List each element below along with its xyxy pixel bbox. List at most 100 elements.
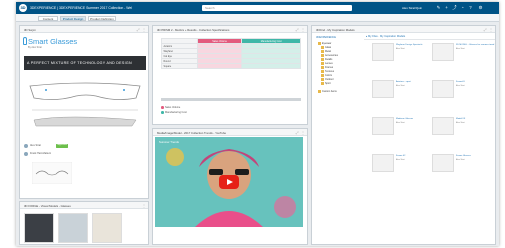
legend-swatch (161, 106, 164, 109)
panel-header: 3D FORGE - Visual Models - Glasses ⋮ (20, 202, 148, 209)
tree-item[interactable]: Textures (321, 70, 334, 73)
model-name[interactable]: Frame Glasses (456, 155, 471, 157)
model-name[interactable]: Model FF (456, 118, 465, 120)
app-title: 3DEXPERIENCE | 3DEXPERIENCE Summer 2017 … (30, 5, 133, 10)
gallery-panel: 3D FORGE - Visual Models - Glasses ⋮ (19, 201, 149, 245)
share-icon[interactable]: ⤴ (452, 5, 457, 10)
tab-content[interactable]: Content (38, 15, 58, 21)
tree-item[interactable]: Frames (321, 66, 333, 69)
model-thumbnail[interactable] (432, 80, 454, 98)
folder-icon (321, 58, 324, 61)
folder-icon (321, 62, 324, 65)
legend-swatch (161, 111, 164, 114)
model-thumbnail[interactable] (432, 43, 454, 61)
folder-icon (321, 78, 324, 81)
tree-item[interactable]: Lenses (321, 62, 333, 65)
menu-icon[interactable]: ⋮ (301, 131, 305, 135)
panel-header: 3DFind - My Inspiration Models ⤢ ⋮ (312, 26, 495, 33)
top-bar: 3D 3DEXPERIENCE | 3DEXPERIENCE Summer 20… (16, 2, 499, 14)
tree-item[interactable]: Outdoor (321, 78, 334, 81)
menu-icon[interactable]: ⋮ (301, 28, 305, 32)
tree-item[interactable]: Sport (321, 82, 331, 85)
folder-icon (321, 74, 324, 77)
add-icon[interactable]: + (444, 5, 449, 10)
row-label: Square (161, 63, 198, 69)
status-badge: Approved (56, 144, 69, 148)
compass-logo-icon[interactable]: 3D (19, 4, 27, 12)
folder-icon (321, 46, 324, 49)
model-thumbnail[interactable] (432, 117, 454, 135)
gallery-thumbnail[interactable] (58, 213, 88, 243)
post-author[interactable]: By Alex Strat (28, 46, 42, 49)
expand-icon[interactable]: ⤢ (295, 131, 299, 135)
model-thumbnail[interactable] (372, 117, 394, 135)
model-thumbnail[interactable] (372, 154, 394, 172)
model-name[interactable]: Frame01 (456, 81, 465, 83)
search-input[interactable]: Search (202, 5, 352, 11)
notification-icon[interactable]: ◔ (460, 5, 465, 10)
scrollbar[interactable] (161, 98, 301, 101)
model-owner: Alex Strat (456, 122, 465, 124)
gallery-thumbnail[interactable] (92, 213, 122, 243)
library-toolbar[interactable]: ▸ My Files · My Inspiration Models (364, 34, 495, 40)
folder-icon (321, 82, 324, 85)
app-window: 3D 3DEXPERIENCE | 3DEXPERIENCE Summer 20… (16, 2, 499, 246)
tree-item[interactable]: Details (321, 58, 332, 61)
expand-icon[interactable]: ⤢ (136, 28, 140, 32)
folder-icon (321, 70, 324, 73)
model-owner: Alex Strat (396, 122, 405, 124)
comment-author[interactable]: Frank Hart-Mattern (30, 152, 51, 155)
tree-item[interactable]: Custom Items (318, 90, 337, 93)
menu-icon[interactable]: ⋮ (489, 28, 493, 32)
model-name[interactable]: Aviators - sport (396, 81, 411, 83)
tab-product-definition[interactable]: Product Definition (88, 15, 116, 21)
tree-item[interactable]: Metal (321, 50, 331, 53)
tree-item[interactable]: Accessories (321, 54, 338, 57)
model-owner: Alex Strat (396, 159, 405, 161)
model-thumbnail[interactable] (372, 43, 394, 61)
model-name[interactable]: 3D MODEL - Glasses for summer trend (456, 44, 494, 46)
legend-label: Sales Volume (165, 106, 181, 109)
help-icon[interactable]: ? (468, 5, 473, 10)
folder-icon (321, 50, 324, 53)
panel-header: 3D Swym ⤢ ⋮ (20, 26, 148, 33)
tree-item[interactable]: Eyewear (318, 42, 331, 45)
model-thumbnail[interactable] (432, 154, 454, 172)
panel-header: 3D PRISM 2 - Metrics + Results - Collect… (153, 26, 307, 33)
expand-icon[interactable]: ⤢ (483, 28, 487, 32)
menu-icon[interactable]: ⋮ (142, 28, 146, 32)
avatar[interactable] (24, 152, 28, 156)
library-panel: 3DFind - My Inspiration Models ⤢ ⋮ 3DEXP… (311, 25, 496, 245)
model-name[interactable]: Wayfarer Design Spectacle (396, 44, 422, 46)
model-thumbnail[interactable] (372, 80, 394, 98)
gallery-thumbnail[interactable] (24, 213, 54, 243)
tree-item[interactable]: Glass (321, 46, 331, 49)
menu-icon[interactable]: ⋮ (142, 204, 146, 208)
panel-title: Media/Image/Model - 2017 Collection Tren… (157, 131, 227, 135)
model-name[interactable]: Frame 02 (396, 155, 405, 157)
model-name[interactable]: Moderne Glasses (396, 118, 413, 120)
folder-icon (321, 66, 324, 69)
glasses-diagram-image (29, 82, 141, 127)
post-banner: A PERFECT MIXTURE OF TECHNOLOGY AND DESI… (24, 56, 146, 70)
panel-title: 3D Swym (24, 28, 36, 32)
user-name[interactable]: Alex Strat/Quin (402, 6, 422, 10)
expand-icon[interactable]: ⤢ (295, 28, 299, 32)
panel-title: 3D FORGE - Visual Models - Glasses (24, 204, 71, 208)
tab-product-design[interactable]: Product Design (60, 15, 86, 21)
video-player[interactable]: Summer Trends (155, 137, 303, 227)
folder-icon (321, 54, 324, 57)
folder-icon (318, 42, 321, 45)
avatar[interactable] (24, 144, 28, 148)
post-heading: Smart Glasses (28, 37, 78, 46)
comment-author[interactable]: Alex Strat (30, 144, 41, 147)
table-cell (241, 63, 301, 69)
sketch-thumbnail-image[interactable] (32, 162, 72, 184)
breadcrumb[interactable]: 3DEXPERIENCE (316, 36, 358, 39)
settings-icon[interactable]: ⚙ (478, 5, 483, 10)
tag-icon[interactable]: ✎ (436, 5, 441, 10)
model-owner: Alex Strat (396, 48, 405, 50)
panel-title: 3D PRISM 2 - Metrics + Results - Collect… (157, 28, 230, 32)
tree-item[interactable]: Colors (321, 74, 332, 77)
play-button[interactable] (219, 175, 239, 189)
